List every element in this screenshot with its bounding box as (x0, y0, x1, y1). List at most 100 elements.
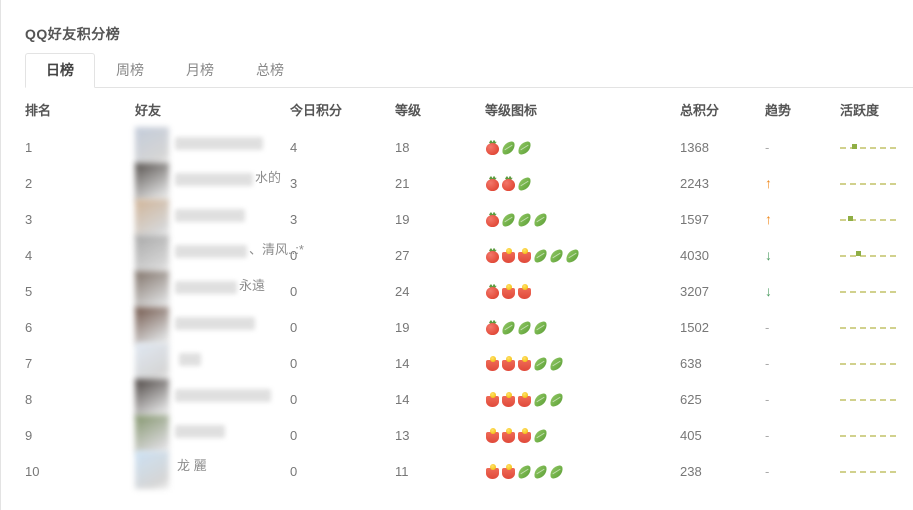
friend-cell[interactable] (135, 381, 290, 417)
friend-cell[interactable] (135, 345, 290, 381)
cell-friend[interactable] (135, 345, 290, 381)
table-row[interactable]: 5永遠0243207↓ (1, 273, 913, 309)
leaf-level-icon (533, 320, 548, 335)
column-header-activity[interactable]: 活跃度 (840, 88, 913, 129)
column-header-level-icons[interactable]: 等级图标 (485, 88, 680, 129)
avatar[interactable] (135, 415, 169, 453)
crown-level-icon (517, 284, 532, 299)
leaf-level-icon (549, 464, 564, 479)
column-header-friend[interactable]: 好友 (135, 88, 290, 129)
table-row[interactable]: 60191502- (1, 309, 913, 345)
leaf-level-icon (501, 320, 516, 335)
cell-trend: - (765, 129, 840, 165)
ranking-table: 排名 好友 今日积分 等级 等级图标 总积分 趋势 活跃度 14181368-2… (1, 88, 913, 489)
avatar[interactable] (135, 235, 169, 273)
column-header-level[interactable]: 等级 (395, 88, 485, 129)
table-row[interactable]: 9013405- (1, 417, 913, 453)
friend-cell[interactable]: 永遠 (135, 273, 290, 309)
cell-friend[interactable]: 龙 麗 (135, 453, 290, 489)
tab-4[interactable]: 总榜 (235, 53, 305, 88)
table-row[interactable]: 2水的3212243↑ (1, 165, 913, 201)
tab-3[interactable]: 月榜 (165, 53, 235, 88)
column-header-total-points[interactable]: 总积分 (680, 88, 765, 129)
table-row[interactable]: 8014625- (1, 381, 913, 417)
cell-friend[interactable] (135, 129, 290, 165)
leaf-level-icon (517, 176, 532, 191)
level-icon-group (485, 237, 680, 273)
avatar[interactable] (135, 127, 169, 165)
sparkline-dashed-line (840, 399, 896, 401)
trend-flat-icon: - (765, 357, 769, 370)
cell-total-points: 238 (680, 453, 765, 489)
cell-friend[interactable]: 永遠 (135, 273, 290, 309)
level-icon-group (485, 417, 680, 453)
cell-today-points: 3 (290, 201, 395, 237)
sun-level-icon (485, 248, 500, 263)
crown-level-icon (517, 356, 532, 371)
cell-level-icons (485, 417, 680, 453)
friend-cell[interactable] (135, 309, 290, 345)
cell-level-icons (485, 381, 680, 417)
table-row[interactable]: 7014638- (1, 345, 913, 381)
cell-friend[interactable] (135, 417, 290, 453)
friend-cell[interactable] (135, 129, 290, 165)
avatar[interactable] (135, 199, 169, 237)
cell-rank: 1 (1, 129, 135, 165)
avatar[interactable] (135, 451, 169, 489)
nickname-redacted (175, 317, 255, 330)
table-row[interactable]: 33191597↑ (1, 201, 913, 237)
nickname-redacted (179, 353, 201, 366)
column-header-rank[interactable]: 排名 (1, 88, 135, 129)
cell-rank: 6 (1, 309, 135, 345)
leaf-level-icon (549, 356, 564, 371)
avatar[interactable] (135, 343, 169, 381)
nickname-text: 龙 麗 (177, 455, 207, 474)
leaf-level-icon (517, 212, 532, 227)
avatar[interactable] (135, 379, 169, 417)
friend-cell[interactable] (135, 417, 290, 453)
level-icon-group (485, 273, 680, 309)
crown-level-icon (485, 392, 500, 407)
cell-rank: 7 (1, 345, 135, 381)
friend-cell[interactable] (135, 201, 290, 237)
table-row[interactable]: 4、清风..:*0274030↓ (1, 237, 913, 273)
column-header-today-points[interactable]: 今日积分 (290, 88, 395, 129)
cell-activity (840, 453, 913, 489)
avatar[interactable] (135, 271, 169, 309)
cell-friend[interactable] (135, 381, 290, 417)
cell-level: 14 (395, 345, 485, 381)
tab-1-active[interactable]: 日榜 (25, 53, 95, 88)
table-row[interactable]: 14181368- (1, 129, 913, 165)
nickname-redacted (175, 389, 271, 402)
activity-sparkline (840, 173, 896, 193)
cell-trend: - (765, 417, 840, 453)
friend-cell[interactable]: 水的 (135, 165, 290, 201)
table-row[interactable]: 10龙 麗011238- (1, 453, 913, 489)
level-icon-group (485, 381, 680, 417)
cell-friend[interactable] (135, 201, 290, 237)
cell-total-points: 3207 (680, 273, 765, 309)
cell-today-points: 3 (290, 165, 395, 201)
cell-friend[interactable] (135, 309, 290, 345)
cell-trend: - (765, 381, 840, 417)
activity-sparkline (840, 389, 896, 409)
crown-level-icon (517, 248, 532, 263)
cell-level: 18 (395, 129, 485, 165)
sparkline-marker (856, 251, 861, 256)
avatar[interactable] (135, 307, 169, 345)
nickname-text: 永遠 (239, 275, 265, 294)
cell-friend[interactable]: 水的 (135, 165, 290, 201)
avatar[interactable] (135, 163, 169, 201)
tab-2[interactable]: 周榜 (95, 53, 165, 88)
friend-cell[interactable]: 龙 麗 (135, 453, 290, 489)
cell-friend[interactable]: 、清风..:* (135, 237, 290, 273)
column-header-trend[interactable]: 趋势 (765, 88, 840, 129)
cell-activity (840, 165, 913, 201)
sparkline-dashed-line (840, 183, 896, 185)
leaf-level-icon (517, 320, 532, 335)
activity-sparkline (840, 425, 896, 445)
cell-activity (840, 273, 913, 309)
friend-cell[interactable]: 、清风..:* (135, 237, 290, 273)
cell-today-points: 0 (290, 417, 395, 453)
sparkline-dashed-line (840, 471, 896, 473)
